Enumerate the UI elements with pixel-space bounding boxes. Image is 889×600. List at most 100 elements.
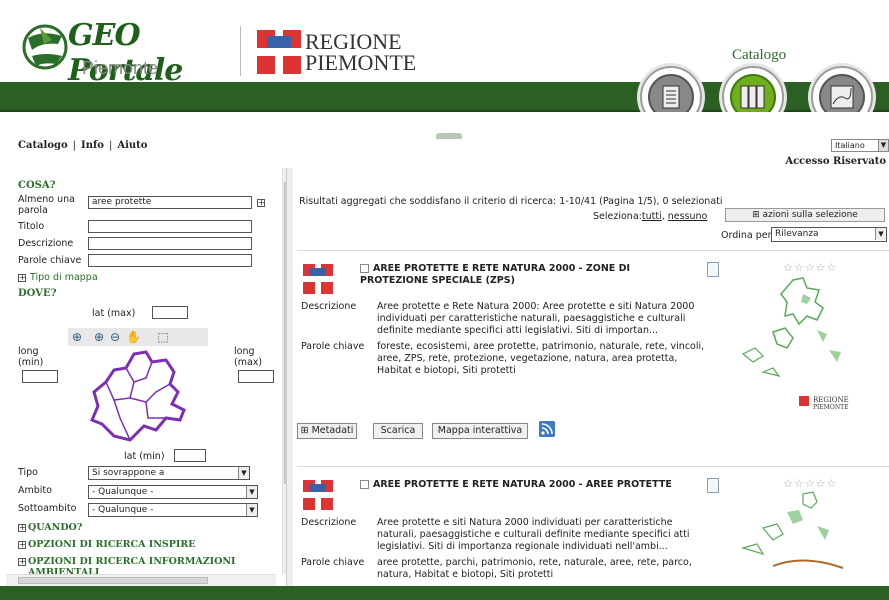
scarica-button[interactable]: Scarica [373, 423, 423, 439]
regione-flag-icon [257, 30, 301, 74]
regione-text: REGIONE PIEMONTE [305, 31, 417, 75]
expand-plus-icon[interactable]: + [18, 524, 26, 532]
nav-links: Catalogo | Info | Aiuto [18, 140, 148, 151]
descrizione-label: Descrizione [301, 301, 357, 312]
select-none-link[interactable]: nessuno [668, 211, 708, 222]
sottoambito-label: Sottoambito [18, 503, 77, 514]
result-item: AREE PROTETTE E RETE NATURA 2000 - AREE … [293, 466, 889, 586]
zoom-in-icon[interactable]: ⊕ [92, 330, 106, 344]
nav-info-link[interactable]: Info [81, 140, 104, 151]
select-all-link[interactable]: tutti [642, 211, 662, 222]
language-select[interactable]: Italiano ▼ [831, 139, 889, 152]
search-panel: COSA? Almeno una parola aree protette + … [6, 168, 290, 586]
mappa-interattiva-button[interactable]: Mappa interattiva [432, 423, 528, 439]
metadati-button[interactable]: ⊞ Metadati [297, 423, 357, 439]
globe-zoom-icon[interactable]: ⊕ [70, 330, 84, 344]
descrizione-label: Descrizione [18, 238, 74, 249]
ordina-select[interactable]: Rilevanza ▼ [771, 227, 887, 242]
pan-hand-icon[interactable]: ✋ [126, 330, 141, 344]
result-map-thumbnail[interactable]: REGIONE PIEMONTE [733, 272, 855, 414]
result-keywords: foreste, ecosistemi, aree protette, patr… [377, 341, 705, 376]
accesso-riservato-link[interactable]: Accesso Riservato [785, 156, 886, 167]
header-divider [240, 26, 241, 76]
expand-plus-icon[interactable]: + [18, 274, 26, 282]
thumb-piemonte-text: PIEMONTE [813, 404, 848, 411]
header-collapse-tab[interactable] [436, 133, 462, 139]
result-keywords: aree protette, parchi, patrimonio, rete,… [377, 557, 692, 580]
lat-max-label: lat (max) [92, 308, 136, 319]
expand-plus-icon[interactable]: + [18, 558, 26, 566]
seleziona-row: Seleziona:tutti, nessuno [593, 211, 708, 222]
document-icon[interactable] [707, 262, 719, 277]
regione-flag-icon [303, 480, 333, 510]
results-panel: Risultati aggregati che soddisfano il cr… [293, 168, 889, 586]
lat-min-input[interactable] [174, 449, 206, 462]
chevron-down-icon: ▼ [878, 140, 888, 151]
lat-min-label: lat (min) [124, 451, 165, 462]
ambito-label: Ambito [18, 485, 52, 496]
tipo-mappa-link[interactable]: Tipo di mappa [30, 272, 98, 283]
descrizione-input[interactable] [88, 237, 252, 250]
ordina-select-value: Rilevanza [775, 229, 819, 239]
result-description: Aree protette e siti Natura 2000 individ… [377, 517, 690, 552]
rss-icon[interactable] [539, 421, 555, 437]
azioni-selezione-button[interactable]: ⊞ azioni sulla selezione [725, 208, 885, 222]
results-summary: Risultati aggregati che soddisfano il cr… [299, 196, 723, 207]
result-item: AREE PROTETTE E RETE NATURA 2000 - ZONE … [293, 250, 889, 466]
ordina-label: Ordina per [721, 230, 772, 241]
long-max-label: long (max) [234, 346, 263, 368]
titolo-input[interactable] [88, 220, 252, 233]
almeno-input[interactable]: aree protette [88, 196, 252, 209]
long-min-input[interactable] [22, 370, 58, 383]
parole-chiave-label: Parole chiave [301, 557, 365, 568]
long-max-input[interactable] [238, 370, 274, 383]
panel-splitter[interactable] [286, 168, 293, 586]
left-panel-hscrollbar[interactable] [6, 574, 276, 586]
result-title[interactable]: AREE PROTETTE E RETE NATURA 2000 - ZONE … [360, 263, 690, 287]
nav-catalogo-link[interactable]: Catalogo [18, 140, 68, 151]
quando-section[interactable]: QUANDO? [28, 522, 82, 533]
parole-chiave-label: Parole chiave [301, 341, 365, 352]
long-min-label: long (min) [18, 346, 44, 368]
opzioni-inspire-section[interactable]: OPZIONI DI RICERCA INSPIRE [28, 539, 195, 550]
nav-aiuto-link[interactable]: Aiuto [117, 140, 147, 151]
lat-max-input[interactable] [152, 306, 188, 319]
tipo-label: Tipo [18, 467, 38, 478]
piemonte-map[interactable] [86, 348, 196, 448]
chevron-down-icon: ▼ [246, 504, 257, 516]
regione-piemonte-logo[interactable]: REGIONE PIEMONTE [257, 30, 416, 76]
geoportale-logo[interactable]: GEO Portale Piemonte [22, 18, 222, 88]
parole-chiave-input[interactable] [88, 254, 252, 267]
result-title[interactable]: AREE PROTETTE E RETE NATURA 2000 - AREE … [360, 479, 690, 491]
tipo-select-value: Si sovrappone a [92, 468, 165, 478]
seleziona-label: Seleziona: [593, 211, 642, 222]
chevron-down-icon: ▼ [238, 467, 249, 479]
chevron-down-icon: ▼ [246, 486, 257, 498]
select-box-icon[interactable]: ⬚ [156, 330, 170, 344]
regione-line2: PIEMONTE [305, 50, 417, 75]
zoom-out-icon[interactable]: ⊖ [108, 330, 122, 344]
geoportale-subtitle: Piemonte [82, 58, 159, 78]
descrizione-label: Descrizione [301, 517, 357, 528]
footer-green-band [0, 586, 889, 600]
chevron-down-icon: ▼ [875, 228, 886, 240]
ambito-select-value: - Qualunque - [92, 487, 154, 497]
thumb-regione-text: REGIONE [813, 396, 849, 404]
azioni-label: azioni sulla selezione [762, 210, 858, 220]
tipo-select[interactable]: Si sovrappone a ▼ [88, 466, 250, 480]
sottoambito-select[interactable]: - Qualunque - ▼ [88, 503, 258, 517]
dove-title: DOVE? [18, 288, 57, 299]
expand-plus-icon[interactable]: + [18, 541, 26, 549]
language-value: Italiano [835, 141, 865, 150]
document-icon[interactable] [707, 478, 719, 493]
hscroll-thumb[interactable] [18, 577, 208, 584]
expand-plus-icon[interactable]: + [257, 199, 265, 207]
metadati-label: Metadati [311, 425, 354, 436]
result-description: Aree protette e Rete Natura 2000: Aree p… [377, 301, 695, 336]
section-label: Catalogo [732, 47, 787, 63]
ambito-select[interactable]: - Qualunque - ▼ [88, 485, 258, 499]
regione-flag-icon [303, 264, 333, 294]
titolo-label: Titolo [18, 221, 45, 232]
globe-logo-icon [22, 24, 68, 70]
result-map-thumbnail[interactable] [733, 488, 855, 586]
